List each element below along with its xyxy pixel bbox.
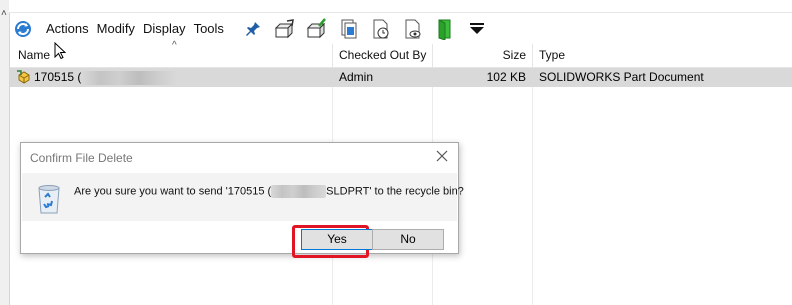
history-icon[interactable] [368,16,394,42]
column-checked-out-by[interactable]: Checked Out By [339,44,426,67]
menu-modify[interactable]: Modify [93,18,139,40]
menu-display[interactable]: Display [139,18,190,40]
menu-actions[interactable]: Actions [42,18,93,40]
solidworks-part-icon [16,69,32,88]
toolbar: Actions Modify Display Tools [10,13,792,44]
file-checked-out-by: Admin [339,70,374,84]
file-size: 102 KB [486,70,526,84]
window-top-edge [9,0,792,13]
open-folder-icon[interactable] [432,16,458,42]
file-name: 170515 ( [34,68,178,87]
file-row[interactable]: 170515 ( Admin 102 KB SOLIDWORKS Part Do… [10,68,792,87]
file-type: SOLIDWORKS Part Document [539,70,704,84]
redacted-text [81,70,178,85]
mouse-cursor-icon [54,41,67,63]
confirm-delete-dialog: Confirm File Delete Are you sure you wan… [20,142,464,258]
yes-button[interactable]: Yes [301,229,373,250]
pin-icon[interactable] [240,16,266,42]
document-properties-icon[interactable] [336,16,362,42]
dialog-title: Confirm File Delete [30,151,133,165]
preview-icon[interactable] [400,16,426,42]
sort-ascending-icon: ^ [172,40,177,51]
check-in-icon[interactable] [304,16,330,42]
recycle-bin-icon [36,183,62,218]
no-button[interactable]: No [372,229,444,250]
column-name[interactable]: Name [18,44,50,67]
refresh-icon[interactable] [10,16,36,42]
column-size[interactable]: Size [432,44,526,67]
check-out-icon[interactable] [272,16,298,42]
close-icon[interactable] [434,148,450,164]
column-header: Name ^ Checked Out By Size Type [10,40,792,68]
dialog-message: Are you sure you want to send '170515 (S… [74,185,464,198]
collapse-caret-icon[interactable]: ˄ [1,8,7,19]
column-type[interactable]: Type [539,44,565,67]
left-panel-edge: ˄ [0,0,10,305]
redacted-text [271,185,327,198]
menu-tools[interactable]: Tools [190,18,228,40]
dialog-body: Are you sure you want to send '170515 (S… [22,173,464,221]
dropdown-arrow-icon[interactable] [464,16,490,42]
